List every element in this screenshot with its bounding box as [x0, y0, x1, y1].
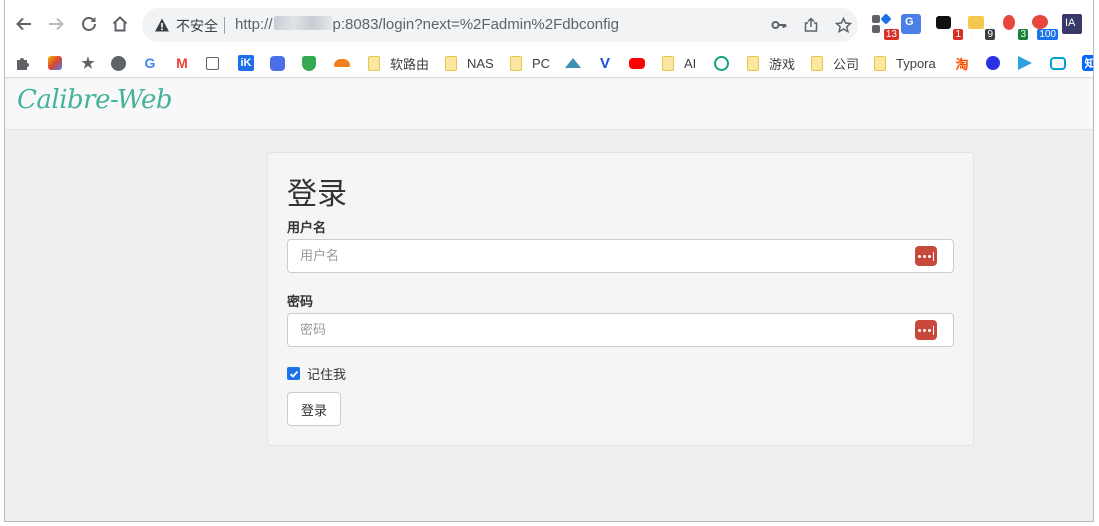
extension-1-badge: 13 — [883, 29, 899, 40]
chatgpt-icon[interactable] — [714, 53, 736, 73]
translate-extension-icon[interactable]: G — [901, 14, 921, 34]
baidu-icon[interactable] — [986, 53, 1007, 73]
password-manager-icon[interactable] — [915, 246, 937, 266]
telegram-icon[interactable] — [1018, 53, 1039, 73]
app-header: Calibre-Web — [5, 79, 1093, 130]
bilibili-icon[interactable] — [1050, 53, 1073, 73]
password-manager-icon[interactable] — [915, 320, 937, 340]
bookmark-grid-icon[interactable] — [206, 53, 226, 73]
folder-icon — [747, 55, 759, 71]
youtube-icon[interactable] — [629, 53, 652, 73]
brand-logo[interactable]: Calibre-Web — [17, 85, 172, 115]
extension-6-icon[interactable]: 100 — [1030, 14, 1058, 40]
login-panel: 登录 用户名 密码 记住我 登录 — [267, 152, 974, 446]
address-bar[interactable]: 不安全 http:// p:8083/login?next=%2Fadmin%2F… — [142, 8, 858, 42]
bookmark-ik-icon[interactable]: iK — [238, 53, 261, 73]
folder-icon — [874, 55, 886, 71]
google-icon[interactable]: G — [142, 53, 165, 73]
check-icon — [289, 370, 298, 378]
password-input[interactable] — [300, 314, 900, 346]
bookmark-folder-5[interactable]: 游戏 — [747, 53, 795, 73]
reload-button[interactable] — [78, 13, 100, 35]
remember-checkbox[interactable] — [287, 367, 300, 380]
reload-icon — [82, 17, 96, 31]
gmail-icon[interactable]: M — [174, 53, 197, 73]
bookmark-folder-3[interactable]: PC — [510, 53, 550, 73]
key-icon[interactable] — [770, 16, 788, 34]
remember-me[interactable]: 记住我 — [287, 364, 346, 383]
folder-icon — [510, 55, 522, 71]
bookmark-folder-7[interactable]: Typora — [874, 53, 936, 73]
forward-button[interactable] — [45, 13, 67, 35]
username-label: 用户名 — [287, 221, 327, 236]
bookmark-folder-4[interactable]: AI — [662, 53, 696, 73]
url-path: p:8083/login?next=%2Fadmin%2Fdbconfig — [332, 16, 619, 33]
extension-5-icon[interactable]: 3 — [1000, 14, 1028, 40]
home-icon — [112, 16, 128, 32]
login-button[interactable]: 登录 — [287, 392, 341, 426]
page-content: Calibre-Web 登录 用户名 密码 记住我 登录 — [5, 79, 1093, 521]
folder-icon — [811, 55, 823, 71]
extension-7-icon[interactable]: IA — [1062, 14, 1082, 34]
url-text[interactable]: http:// p:8083/login?next=%2Fadmin%2Fdbco… — [235, 16, 619, 33]
browser-window: 不安全 http:// p:8083/login?next=%2Fadmin%2F… — [4, 0, 1094, 522]
username-input[interactable] — [300, 240, 900, 272]
folder-icon — [445, 55, 457, 71]
extensions-puzzle-icon[interactable] — [15, 53, 31, 73]
extension-1-icon[interactable]: 13 — [871, 13, 899, 40]
bookmark-star-icon[interactable]: ★ — [80, 53, 103, 73]
warning-icon — [155, 18, 169, 32]
bookmark-1-icon[interactable] — [48, 53, 69, 73]
arrow-right-icon — [49, 17, 64, 31]
browser-toolbar: 不安全 http:// p:8083/login?next=%2Fadmin%2F… — [5, 0, 1093, 48]
folder-icon — [368, 55, 380, 71]
remember-label: 记住我 — [307, 368, 347, 383]
shield-icon[interactable] — [302, 53, 323, 73]
url-scheme: http:// — [235, 16, 273, 33]
bookmark-circle-icon[interactable] — [111, 53, 133, 73]
star-icon[interactable] — [834, 16, 852, 34]
extension-4-icon[interactable]: 9 — [967, 14, 995, 40]
folder-icon — [662, 55, 674, 71]
insecure-label[interactable]: 不安全 — [176, 16, 218, 36]
bookmark-v-icon[interactable]: V — [597, 53, 620, 73]
url-redacted-host — [273, 16, 332, 30]
extension-5-badge: 3 — [1018, 29, 1028, 40]
arrow-left-icon — [16, 17, 31, 31]
extension-4-badge: 9 — [985, 29, 995, 40]
bookmark-folder-6[interactable]: 公司 — [811, 53, 859, 73]
bookmark-circle-blue-icon[interactable] — [270, 53, 292, 73]
bookmark-folder-2[interactable]: NAS — [445, 53, 494, 73]
share-icon[interactable] — [802, 16, 820, 34]
address-divider — [224, 17, 225, 34]
password-field[interactable] — [287, 313, 954, 347]
taobao-icon[interactable]: 淘 — [954, 53, 977, 73]
home-button[interactable] — [109, 13, 131, 35]
login-title: 登录 — [287, 177, 347, 212]
username-field[interactable] — [287, 239, 954, 273]
zhihu-icon[interactable]: 知 — [1082, 53, 1093, 73]
extension-6-badge: 100 — [1037, 29, 1058, 40]
cloudflare-icon[interactable] — [334, 53, 357, 73]
password-label: 密码 — [287, 295, 314, 310]
extension-3-badge: 1 — [953, 29, 963, 40]
bookmark-mountain-icon[interactable] — [565, 53, 588, 73]
back-button[interactable] — [13, 13, 35, 35]
extension-3-icon[interactable]: 1 — [935, 14, 963, 40]
bookmarks-bar: ★ G M iK 软路由 NAS PC V AI 游戏 公司 Typora 淘 … — [5, 48, 1093, 78]
bookmark-folder-1[interactable]: 软路由 — [368, 53, 429, 73]
